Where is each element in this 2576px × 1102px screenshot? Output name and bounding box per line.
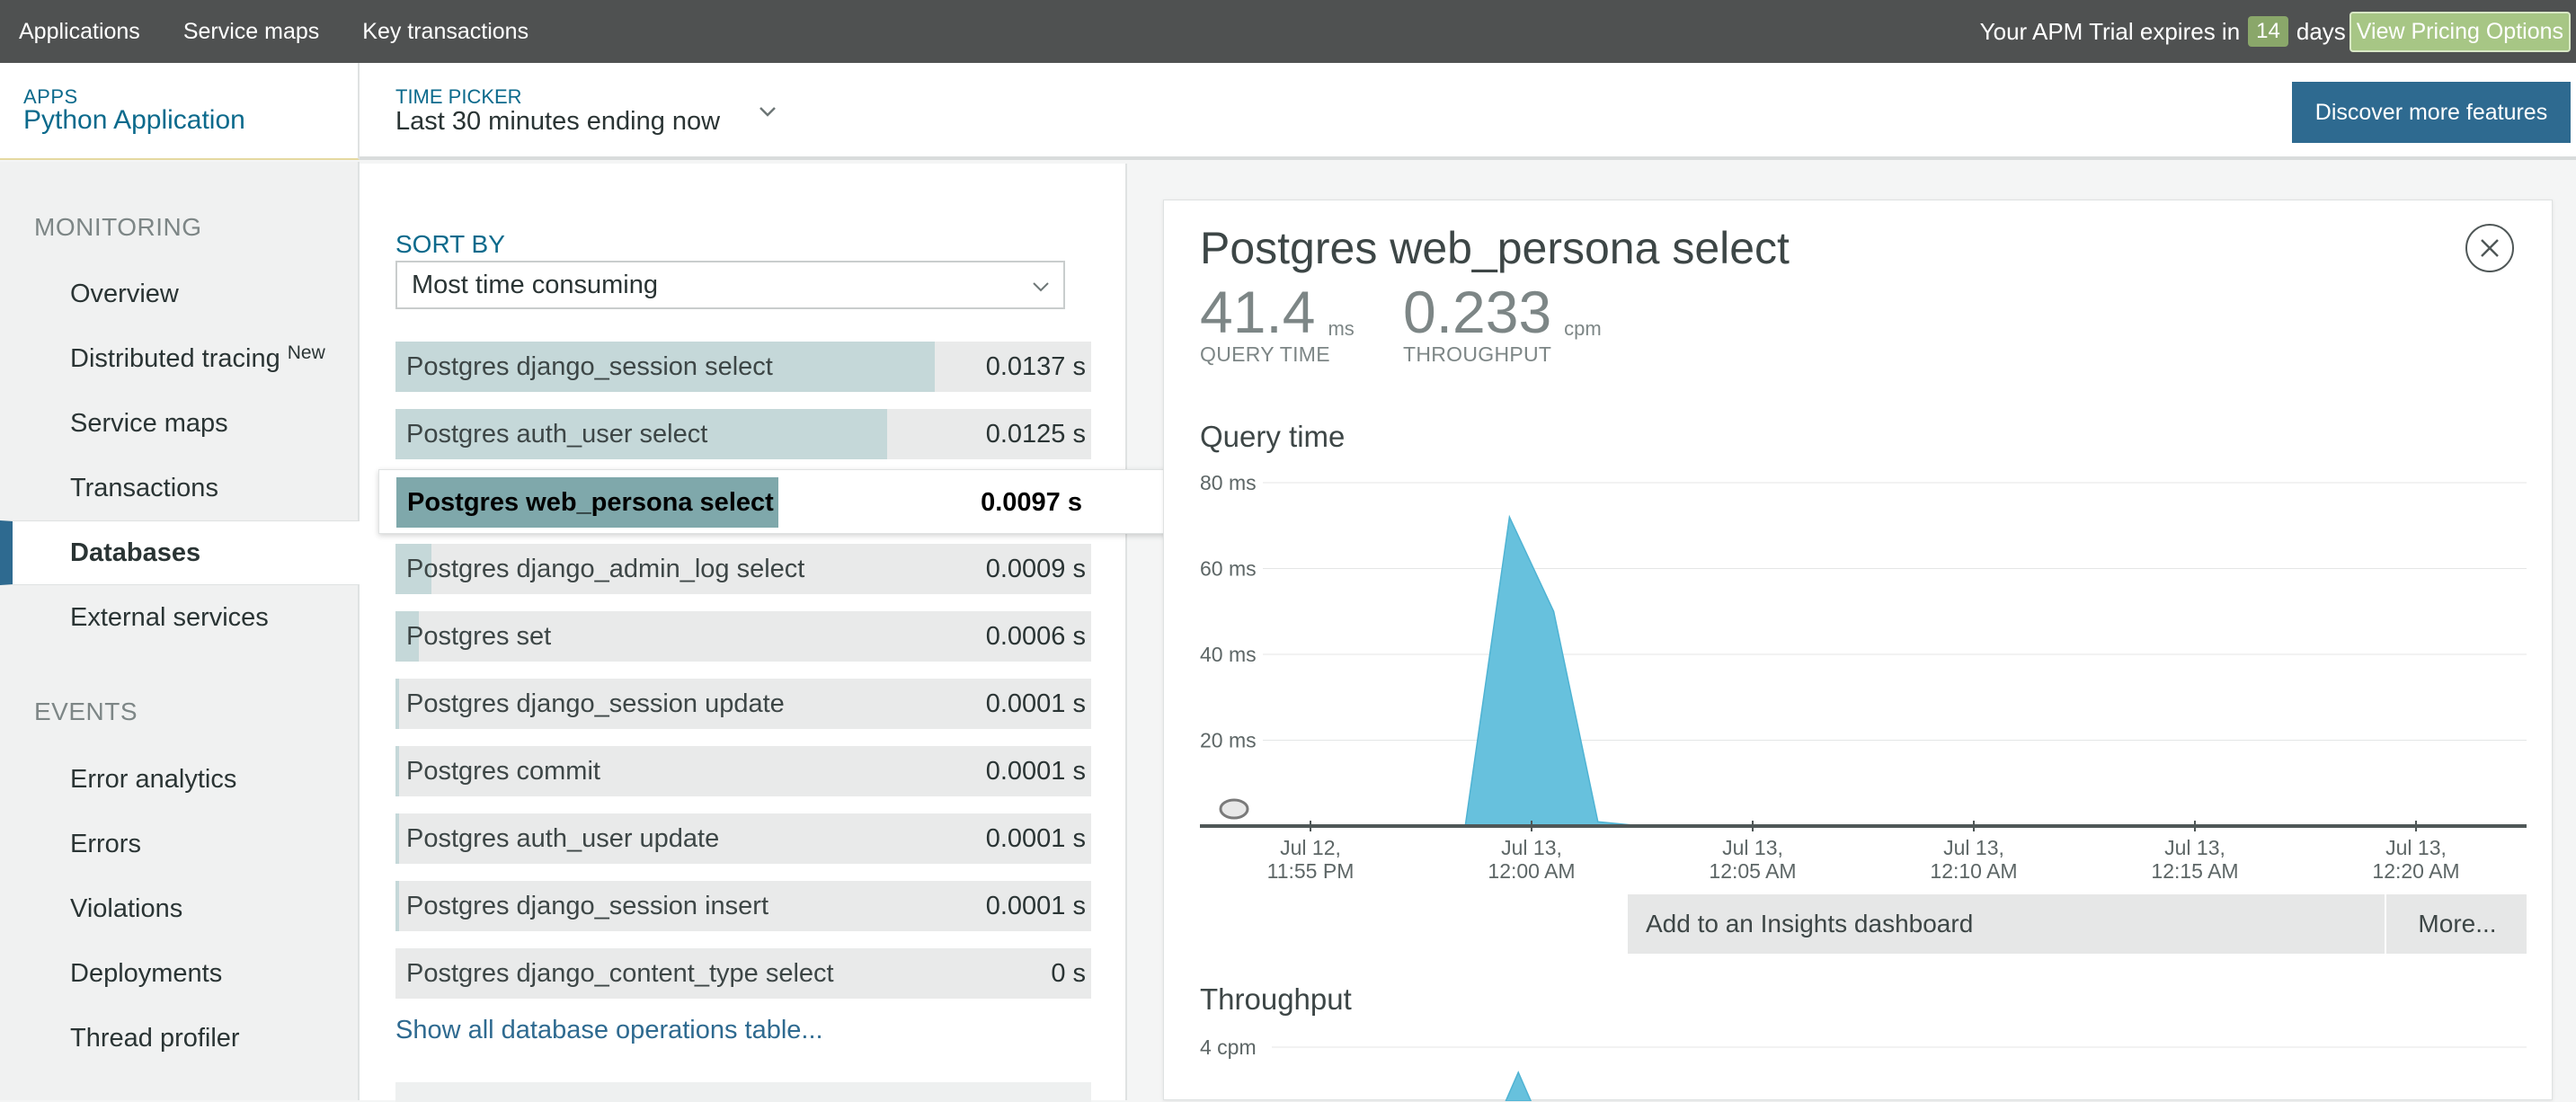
sidebar-item-label: Databases	[70, 538, 201, 567]
sidebar-item-label: Thread profiler	[70, 1023, 240, 1053]
operation-row-selected[interactable]: Postgres web_persona select 0.0097 s	[378, 469, 1169, 534]
operation-name: Postgres auth_user update	[406, 823, 720, 853]
operation-value: 0 s	[1051, 958, 1086, 988]
operation-name: Postgres set	[406, 621, 552, 651]
chevron-down-icon[interactable]	[755, 99, 780, 124]
throughput-series	[1505, 1071, 1532, 1101]
monitoring-section-label: MONITORING	[34, 213, 202, 241]
sidebar-item-service-maps[interactable]: Service maps	[0, 391, 360, 456]
sidebar: MONITORING Overview Distributed tracing N…	[0, 162, 360, 1100]
operation-name: Postgres commit	[406, 756, 600, 786]
app-name[interactable]: Python Application	[23, 105, 245, 136]
operations-list-panel: SORT BY Most time consuming Postgres dja…	[360, 164, 1169, 1102]
time-picker-value[interactable]: Last 30 minutes ending now	[395, 107, 720, 137]
time-picker-label: TIME PICKER	[395, 85, 522, 108]
sidebar-item-label: Errors	[70, 829, 141, 858]
trial-notice: Your APM Trial expires in 14 days View P…	[1980, 0, 2576, 63]
sidebar-item-label: External services	[70, 602, 269, 632]
new-badge: New	[287, 342, 325, 363]
events-section-label: EVENTS	[34, 698, 138, 725]
operation-row[interactable]: Postgres auth_user update 0.0001 s	[395, 813, 1091, 864]
operation-name: Postgres web_persona select	[407, 487, 774, 517]
trial-days-badge: 14	[2248, 16, 2288, 47]
sidebar-item-databases[interactable]: Databases	[0, 520, 360, 585]
operation-value: 0.0137 s	[985, 351, 1086, 381]
operation-value: 0.0097 s	[981, 487, 1082, 517]
operation-name: Postgres django_admin_log select	[406, 554, 805, 583]
sidebar-item-label: Overview	[70, 279, 179, 308]
sidebar-item-errors[interactable]: Errors	[0, 812, 360, 876]
app-header[interactable]: APPS Python Application	[0, 63, 360, 160]
topnav-service-maps[interactable]: Service maps	[183, 19, 319, 45]
sidebar-item-transactions[interactable]: Transactions	[0, 456, 360, 520]
operation-value: 0.0001 s	[985, 823, 1086, 853]
sidebar-item-label: Deployments	[70, 958, 223, 988]
operation-row[interactable]: Postgres commit 0.0001 s	[395, 746, 1091, 796]
topnav-applications[interactable]: Applications	[19, 19, 140, 45]
chevron-down-icon	[1033, 282, 1049, 292]
trial-text: Your APM Trial expires in	[1979, 17, 2241, 45]
operation-value: 0.0009 s	[985, 554, 1086, 583]
operation-value: 0.0001 s	[985, 689, 1086, 718]
operation-value: 0.0006 s	[985, 621, 1086, 651]
show-all-operations-link[interactable]: Show all database operations table...	[395, 1016, 823, 1045]
topnav-key-transactions[interactable]: Key transactions	[362, 19, 529, 45]
operation-bar	[395, 813, 399, 864]
sidebar-item-external-services[interactable]: External services	[0, 585, 360, 650]
operation-row[interactable]: Postgres django_content_type select 0 s	[395, 948, 1091, 999]
sidebar-item-violations[interactable]: Violations	[0, 876, 360, 941]
list-footer	[395, 1082, 1091, 1102]
operation-name: Postgres django_session insert	[406, 891, 769, 920]
operation-row[interactable]: Postgres django_admin_log select 0.0009 …	[395, 544, 1091, 594]
sidebar-item-distributed-tracing[interactable]: Distributed tracing New	[0, 326, 360, 391]
sidebar-item-overview[interactable]: Overview	[0, 262, 360, 326]
trial-days-suffix: days	[2296, 17, 2346, 45]
operation-name: Postgres auth_user select	[406, 419, 708, 449]
throughput-chart[interactable]: 4 cpm	[1164, 200, 2554, 1101]
operation-row[interactable]: Postgres django_session insert 0.0001 s	[395, 881, 1091, 931]
operation-row[interactable]: Postgres django_session select 0.0137 s	[395, 342, 1091, 392]
detail-panel: Postgres web_persona select 41.4 ms QUERY…	[1163, 200, 2554, 1101]
sidebar-item-label: Error analytics	[70, 764, 237, 794]
operation-name: Postgres django_session select	[406, 351, 773, 381]
operation-bar	[395, 746, 399, 796]
sort-by-select[interactable]: Most time consuming	[395, 261, 1065, 309]
operation-name: Postgres django_content_type select	[406, 958, 834, 988]
time-picker[interactable]: TIME PICKER Last 30 minutes ending now D…	[360, 63, 2576, 160]
view-pricing-button[interactable]: View Pricing Options	[2349, 11, 2571, 52]
sidebar-item-label: Violations	[70, 893, 183, 923]
operation-row[interactable]: Postgres auth_user select 0.0125 s	[395, 409, 1091, 459]
sidebar-item-error-analytics[interactable]: Error analytics	[0, 747, 360, 812]
discover-more-features-button[interactable]: Discover more features	[2292, 82, 2571, 143]
sidebar-item-label: Transactions	[70, 473, 218, 502]
operation-row[interactable]: Postgres set 0.0006 s	[395, 611, 1091, 662]
operation-value: 0.0001 s	[985, 756, 1086, 786]
sort-by-value: Most time consuming	[412, 270, 658, 299]
operation-name: Postgres django_session update	[406, 689, 785, 718]
y-tick-label: 4 cpm	[1200, 1035, 1257, 1059]
top-nav: Applications Service maps Key transactio…	[0, 0, 553, 63]
operation-bar	[395, 679, 399, 729]
operation-bar	[395, 881, 399, 931]
sidebar-item-deployments[interactable]: Deployments	[0, 941, 360, 1006]
operation-value: 0.0125 s	[985, 419, 1086, 449]
operation-row[interactable]: Postgres django_session update 0.0001 s	[395, 679, 1091, 729]
sidebar-item-label: Distributed tracing	[70, 343, 280, 373]
sidebar-item-thread-profiler[interactable]: Thread profiler	[0, 1006, 360, 1071]
sort-by-label: SORT BY	[395, 230, 505, 258]
sidebar-item-label: Service maps	[70, 408, 228, 438]
top-bar: Applications Service maps Key transactio…	[0, 0, 2576, 63]
operation-value: 0.0001 s	[985, 891, 1086, 920]
